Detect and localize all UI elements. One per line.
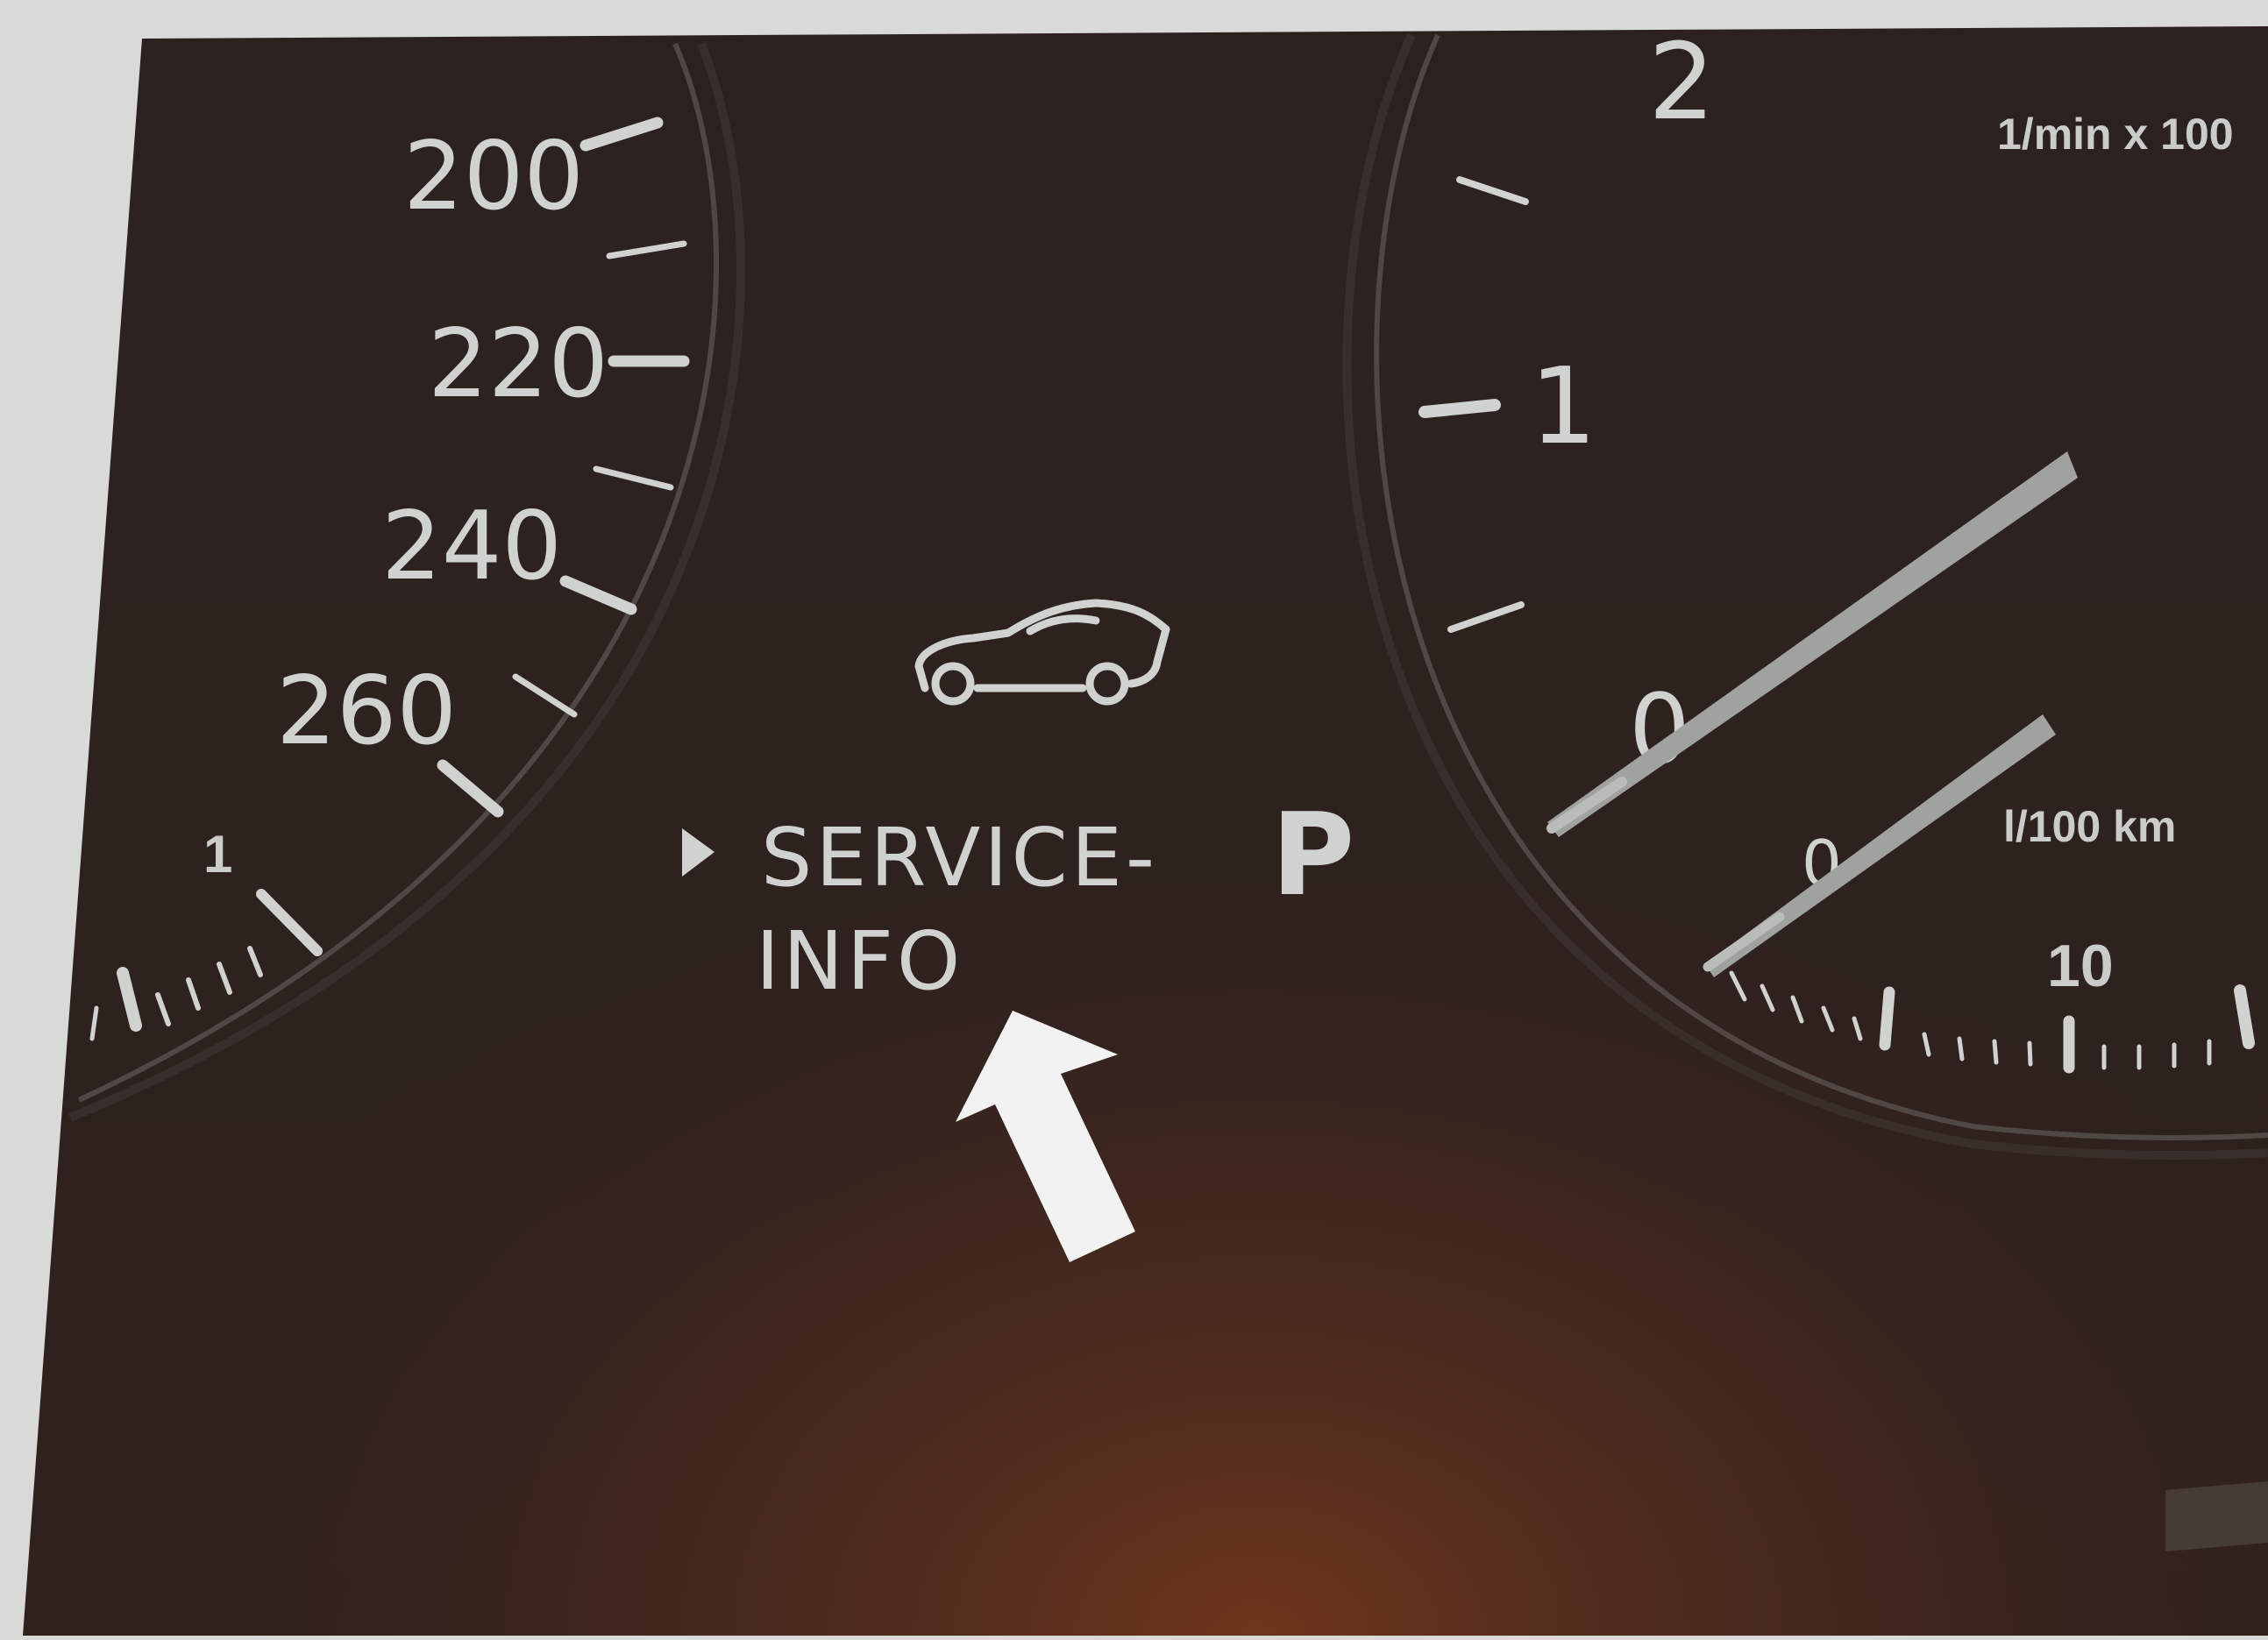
speed-label-200: 200 xyxy=(403,122,584,231)
speed-label-220: 220 xyxy=(428,309,608,419)
photo: 200 220 240 260 1 2 1 0 1/min x 100 l/10… xyxy=(0,0,2268,1636)
consumption-label-10: 10 xyxy=(2047,933,2114,999)
rpm-unit-label: 1/min x 100 xyxy=(1997,110,2234,159)
service-info-line1: SERVICE- xyxy=(761,811,1158,905)
gear-indicator: P xyxy=(1271,788,1354,921)
consumption-unit-label: l/100 km xyxy=(2003,802,2176,851)
speed-label-260: 260 xyxy=(276,657,457,766)
rpm-label-1: 1 xyxy=(1530,346,1596,468)
speed-label-240: 240 xyxy=(381,492,562,601)
rpm-label-2: 2 xyxy=(1648,22,1715,144)
service-info-line2: INFO xyxy=(756,914,963,1008)
fuel-gauge-label: 1 xyxy=(203,825,232,884)
instrument-cluster-photo: 200 220 240 260 1 2 1 0 1/min x 100 l/10… xyxy=(0,0,2268,1636)
